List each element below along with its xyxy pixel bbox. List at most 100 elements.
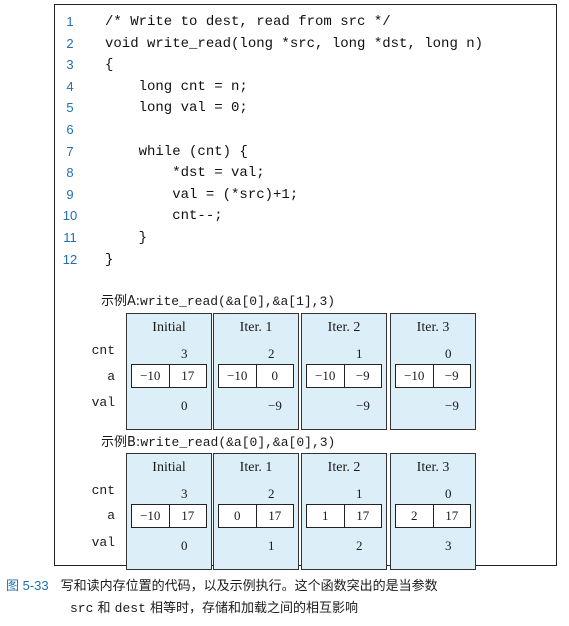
val-value: 1 — [268, 538, 275, 553]
code-text: } — [105, 230, 148, 246]
code-line: 11 } — [55, 227, 556, 249]
row-label-a-b: a — [107, 508, 115, 523]
line-number: 8 — [66, 165, 74, 181]
line-number: 7 — [66, 143, 74, 159]
code-text: cnt--; — [105, 208, 223, 225]
cnt-value: 3 — [181, 346, 188, 361]
val-value: −9 — [445, 398, 459, 413]
state-panel: Iter. 3 0 −10 −9 −9 — [390, 313, 476, 430]
caption-line-2: 相等时，存储和加载之间的相互影响 — [145, 601, 359, 616]
state-panel: Initial 3 −10 17 0 — [126, 453, 212, 570]
line-number: 10 — [62, 208, 78, 224]
array-cell: −10 — [315, 368, 336, 383]
val-value: −9 — [356, 398, 370, 413]
example-b-call: write_read(&a[0],&a[0],3) — [140, 435, 336, 450]
array-cell: −10 — [404, 368, 425, 383]
line-number: 9 — [66, 186, 74, 202]
line-number: 2 — [66, 35, 74, 51]
code-line: 5 long val = 0; — [55, 97, 556, 119]
code-text: { — [105, 57, 114, 74]
example-a-call: write_read(&a[0],&a[1],3) — [140, 294, 336, 309]
panel-title: Initial — [152, 320, 186, 335]
array-cell: 17 — [168, 505, 207, 527]
line-number: 1 — [66, 14, 74, 29]
array-cell: 17 — [168, 365, 207, 387]
state-panel: Initial 3 −10 17 0 — [126, 313, 212, 430]
code-text: val = (*src)+1; — [105, 186, 299, 203]
array-cells: −10 −9 — [306, 364, 382, 388]
row-label-a: a — [107, 369, 115, 384]
array-cells: −10 −9 — [395, 364, 471, 388]
row-label-val: val — [91, 395, 115, 410]
array-cells: 2 17 — [395, 504, 471, 528]
array-cells: −10 17 — [131, 364, 207, 388]
array-cell: 0 — [255, 365, 294, 387]
state-panel: Iter. 3 0 2 17 3 — [390, 453, 476, 570]
array-cells: −10 17 — [131, 504, 207, 528]
code-text: } — [105, 251, 114, 268]
array-cell: 0 — [234, 508, 241, 523]
cnt-value: 2 — [268, 486, 275, 501]
row-label-cnt-b: cnt — [91, 483, 115, 498]
panel-title: Iter. 3 — [416, 460, 450, 475]
array-cell: 17 — [432, 505, 471, 527]
code-text: long cnt = n; — [105, 78, 248, 95]
figure-box: 1 /* Write to dest, read from src */ 2 void… — [54, 4, 557, 570]
row-label-val-b: val — [91, 535, 115, 550]
array-cell: −10 — [140, 368, 161, 383]
cnt-value: 1 — [356, 346, 363, 361]
val-value: 3 — [445, 538, 452, 553]
state-panel: Iter. 2 1 −10 −9 −9 — [301, 313, 387, 430]
line-number: 4 — [66, 78, 74, 94]
code-text: void write_read(long *src, long *dst, lo… — [105, 35, 484, 52]
array-cells: −10 0 — [218, 364, 294, 388]
example-b-label: 示例B: — [101, 435, 141, 450]
line-number: 3 — [66, 57, 74, 73]
val-value: 2 — [356, 538, 363, 553]
array-cell: 17 — [255, 505, 294, 527]
row-label-cnt: cnt — [91, 343, 115, 358]
array-cell: −10 — [140, 508, 161, 523]
example-a-title: 示例A:write_read(&a[0],&a[1],3) — [101, 290, 335, 309]
val-value: −9 — [268, 398, 282, 413]
code-text: *dst = val; — [105, 165, 265, 182]
panel-title: Iter. 2 — [327, 320, 361, 335]
cnt-value: 1 — [356, 486, 363, 501]
code-line: 10 cnt--; — [55, 205, 556, 227]
array-cell: −10 — [227, 368, 248, 383]
panel-title: Iter. 1 — [239, 460, 273, 475]
line-number: 6 — [66, 122, 74, 137]
cnt-value: 3 — [181, 486, 188, 501]
state-panel: Iter. 1 2 0 17 1 — [213, 453, 299, 570]
array-cells: 1 17 — [306, 504, 382, 528]
val-value: 0 — [181, 538, 188, 553]
code-line: 1 /* Write to dest, read from src */ — [55, 11, 556, 33]
code-text: /* Write to dest, read from src */ — [105, 14, 391, 30]
example-b-title: 示例B:write_read(&a[0],&a[0],3) — [101, 431, 335, 450]
val-value: 0 — [181, 398, 188, 413]
cnt-value: 0 — [445, 486, 452, 501]
line-number: 5 — [66, 100, 74, 116]
array-cell: 1 — [322, 508, 329, 523]
code-line: 8 *dst = val; — [55, 162, 556, 184]
caption-dest: dest — [114, 601, 146, 616]
code-line: 3{ — [55, 54, 556, 76]
state-panel: Iter. 2 1 1 17 2 — [301, 453, 387, 570]
array-cell: −9 — [432, 365, 471, 387]
caption-line-1: 写和读内存位置的代码，以及示例执行。这个函数突出的是当参数 — [60, 579, 438, 594]
cnt-value: 0 — [445, 346, 452, 361]
code-line: 9 val = (*src)+1; — [55, 184, 556, 206]
figure-number: 图 5-33 — [6, 578, 49, 593]
array-cells: 0 17 — [218, 504, 294, 528]
code-line: 12} — [55, 249, 556, 271]
state-panel: Iter. 1 2 −10 0 −9 — [213, 313, 299, 430]
panel-title: Iter. 3 — [416, 320, 450, 335]
panel-title: Initial — [152, 460, 186, 475]
code-line: 7 while (cnt) { — [55, 141, 556, 163]
line-number: 12 — [62, 251, 78, 267]
example-a-label: 示例A: — [101, 294, 141, 309]
code-line: 4 long cnt = n; — [55, 76, 556, 98]
cnt-value: 2 — [268, 346, 275, 361]
caption-src: src — [70, 601, 94, 616]
caption-and: 和 — [93, 601, 115, 616]
